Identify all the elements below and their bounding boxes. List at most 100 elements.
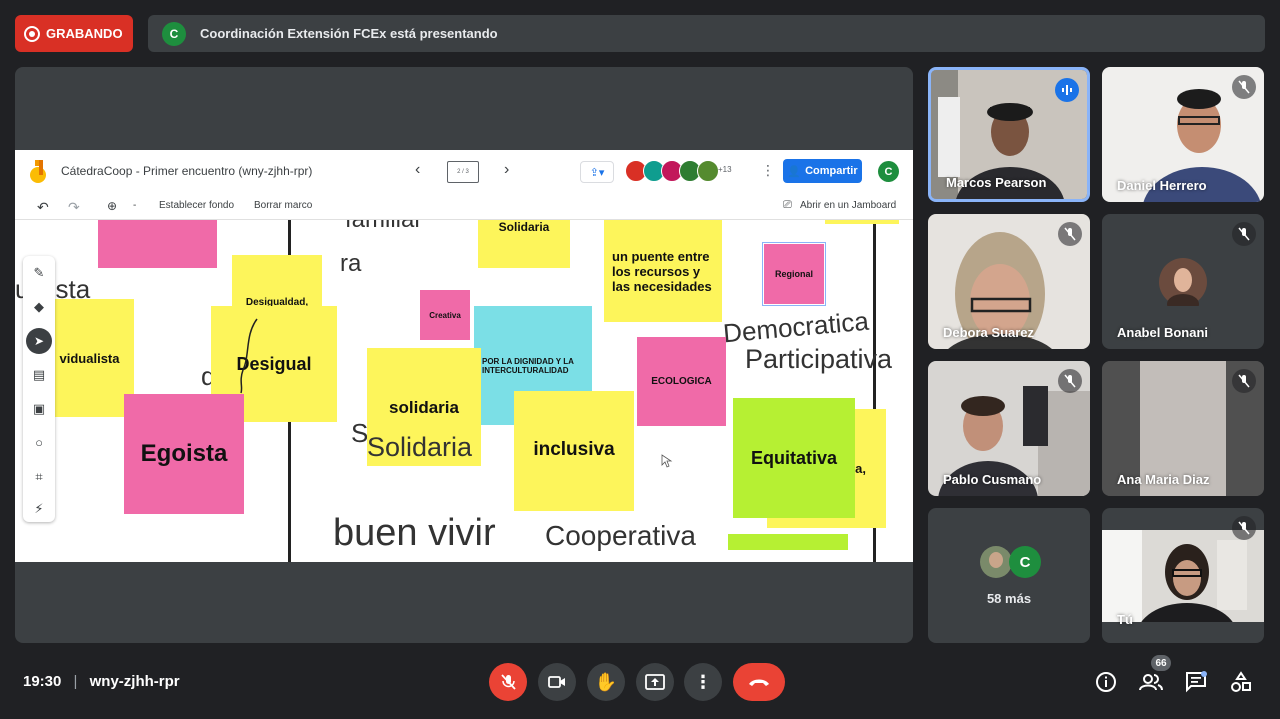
microphone-button[interactable] — [489, 663, 527, 701]
participant-tile[interactable]: Pablo Cusmano — [928, 361, 1090, 496]
mouse-cursor-icon — [661, 454, 673, 468]
participant-tile[interactable]: Ana Maria Diaz — [1102, 361, 1264, 496]
participant-name: Daniel Herrero — [1117, 178, 1207, 193]
activities-icon — [1231, 671, 1251, 692]
participant-avatar — [1159, 258, 1207, 306]
people-icon — [1139, 674, 1163, 691]
undo-icon[interactable]: ↶ — [37, 199, 49, 216]
sticky-note[interactable]: ECOLOGICA — [637, 337, 726, 426]
canvas-word: Participativa — [745, 344, 893, 374]
canvas-word: S — [351, 418, 369, 448]
participant-tile[interactable]: Anabel Bonani — [1102, 214, 1264, 349]
set-background-button[interactable]: Establecer fondo — [159, 200, 234, 211]
camera-button[interactable] — [538, 663, 576, 701]
collaborator-count: +13 — [718, 165, 732, 174]
participant-name: Anabel Bonani — [1117, 325, 1209, 340]
meeting-details-button[interactable] — [1093, 669, 1119, 695]
canvas-word: buen vivir — [333, 512, 496, 554]
jamboard-toolbar: ↶ ↷ ⊕ - Establecer fondo Borrar marco ⎚ … — [15, 194, 913, 220]
muted-mic-icon — [1232, 516, 1256, 540]
sticky-note-tool-icon[interactable]: ▤ — [31, 367, 47, 383]
chat-button[interactable] — [1183, 669, 1209, 695]
sticky-note[interactable]: un puente entre los recursos y las neces… — [604, 220, 722, 322]
person-icon: 👤 — [787, 165, 802, 178]
text-box-tool-icon[interactable]: ⌗ — [31, 469, 47, 485]
sticky-note[interactable] — [825, 220, 899, 224]
collaborator-avatar — [697, 160, 719, 182]
meeting-separator: | — [73, 673, 78, 690]
sticky-note[interactable]: Creativa — [420, 290, 470, 340]
prev-frame-icon[interactable]: ‹ — [415, 161, 420, 179]
chat-icon — [1186, 671, 1207, 693]
laser-tool-icon[interactable]: ⚡ — [31, 501, 47, 517]
raise-hand-button[interactable]: ✋ — [587, 663, 625, 701]
open-jamboard-icon[interactable]: ⎚ — [783, 199, 792, 212]
muted-mic-icon — [1232, 75, 1256, 99]
redo-icon[interactable]: ↷ — [68, 199, 80, 216]
canvas-word: Cooperativa — [545, 520, 696, 551]
canvas-word: Solidaria — [367, 432, 473, 462]
main-presentation: CátedraCoop - Primer encuentro (wny-zjhh… — [15, 67, 913, 643]
circle-tool-icon[interactable]: ○ — [31, 435, 47, 451]
participant-avatar — [980, 546, 1012, 578]
presenting-banner: C Coordinación Extensión FCEx está prese… — [148, 15, 1265, 52]
zoom-icon[interactable]: ⊕ — [107, 199, 117, 213]
sticky-note[interactable] — [728, 534, 848, 550]
next-frame-icon[interactable]: › — [504, 161, 509, 179]
recording-indicator[interactable]: GRABANDO — [15, 15, 133, 52]
jamboard-tool-sidebar: ✎ ◆ ➤ ▤ ▣ ○ ⌗ ⚡ — [23, 256, 55, 522]
people-count-badge: 66 — [1151, 655, 1171, 671]
user-avatar[interactable]: C — [878, 161, 899, 182]
more-participants-tile[interactable]: C 58 más — [928, 508, 1090, 643]
speaking-indicator-icon — [1055, 78, 1079, 102]
jamboard-canvas[interactable]: familiar ra ualista de S buen vivir Coop… — [15, 220, 913, 562]
presenting-text: Coordinación Extensión FCEx está present… — [200, 26, 498, 41]
participant-tile[interactable]: Marcos Pearson — [928, 67, 1090, 202]
canvas-word: Democratica — [721, 305, 870, 349]
leave-call-button[interactable] — [733, 663, 785, 701]
camera-icon — [548, 676, 565, 688]
presenter-avatar: C — [162, 21, 186, 46]
present-to-meeting-icon[interactable]: ⇪▾ — [580, 161, 614, 183]
jamboard-header: CátedraCoop - Primer encuentro (wny-zjhh… — [15, 150, 913, 194]
muted-mic-icon — [1232, 222, 1256, 246]
participant-name: Tú — [1117, 612, 1133, 627]
self-tile[interactable]: Tú — [1102, 508, 1264, 643]
sticky-note[interactable]: vidualista — [45, 299, 134, 417]
eraser-tool-icon[interactable]: ◆ — [31, 299, 47, 315]
pen-tool-icon[interactable]: ✎ — [31, 265, 47, 281]
sticky-note[interactable] — [98, 220, 217, 268]
more-participants-label: 58 más — [986, 591, 1032, 606]
sticky-note[interactable]: Equitativa — [733, 398, 855, 518]
select-tool-icon[interactable]: ➤ — [26, 328, 52, 354]
clear-frame-button[interactable]: Borrar marco — [254, 200, 312, 211]
muted-mic-icon — [1232, 369, 1256, 393]
share-button[interactable]: 👤 Compartir — [783, 159, 862, 183]
sticky-note[interactable]: Solidaria — [478, 220, 570, 268]
more-options-button[interactable]: ⋮ — [684, 663, 722, 701]
sticky-note[interactable]: inclusiva — [514, 391, 634, 511]
sticky-note[interactable]: Egoista — [124, 394, 244, 514]
mic-off-icon — [501, 674, 516, 690]
recording-label: GRABANDO — [46, 26, 123, 41]
participant-tile[interactable]: Debora Suarez — [928, 214, 1090, 349]
image-tool-icon[interactable]: ▣ — [31, 401, 47, 417]
frame-indicator[interactable]: 2 / 3 — [447, 161, 479, 183]
pen-stroke — [240, 318, 258, 394]
more-options-icon[interactable]: ⋮ — [761, 162, 775, 179]
open-in-jamboard-link[interactable]: Abrir en un Jamboard — [800, 200, 896, 211]
jamboard-logo-icon — [30, 160, 46, 183]
participant-avatar: C — [1009, 546, 1041, 578]
sticky-note-selected[interactable]: Regional — [762, 242, 826, 306]
present-now-button[interactable] — [636, 663, 674, 701]
participant-name: Marcos Pearson — [946, 175, 1047, 190]
participant-name: Pablo Cusmano — [943, 472, 1042, 487]
meeting-time: 19:30 — [23, 673, 62, 690]
activities-button[interactable] — [1228, 669, 1254, 695]
jamboard-window[interactable]: CátedraCoop - Primer encuentro (wny-zjhh… — [15, 150, 913, 562]
muted-mic-icon — [1058, 222, 1082, 246]
self-video — [1102, 530, 1264, 622]
participant-tile[interactable]: Daniel Herrero — [1102, 67, 1264, 202]
people-button[interactable] — [1138, 669, 1164, 695]
zoom-dropdown[interactable]: - — [133, 200, 136, 211]
